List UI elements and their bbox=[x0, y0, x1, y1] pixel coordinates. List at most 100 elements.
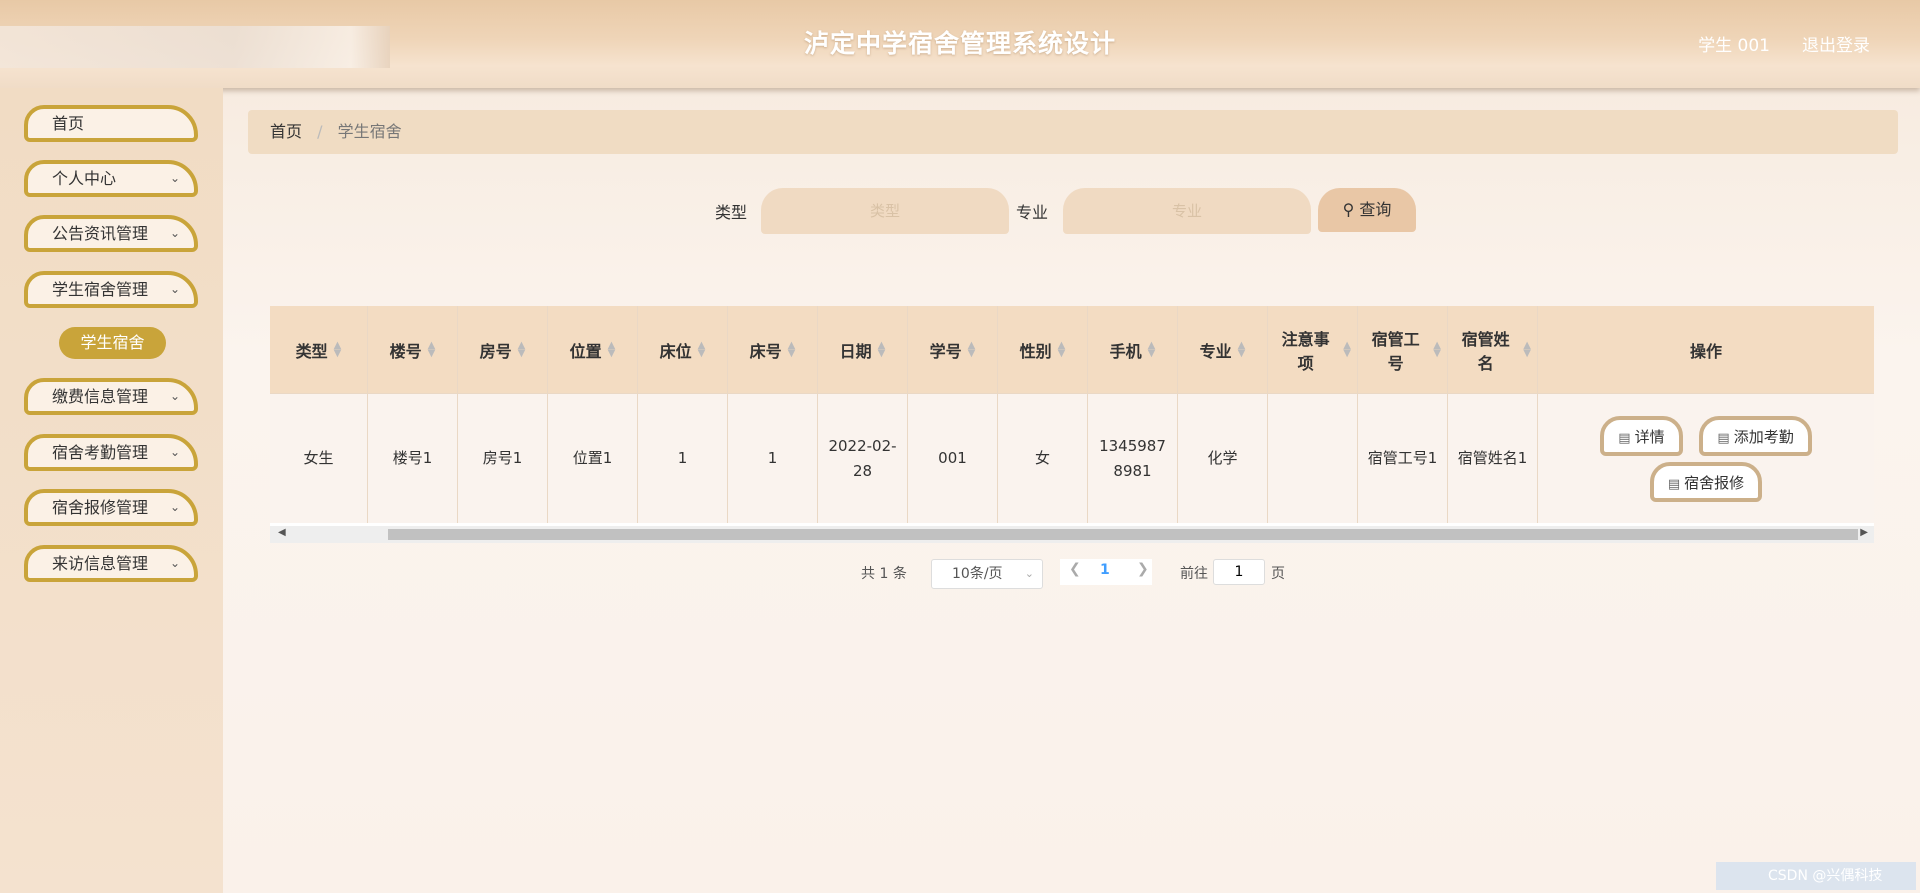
sidebar-item-home[interactable]: 首页 bbox=[24, 105, 198, 142]
top-header: 泸定中学宿舍管理系统设计 学生 001 退出登录 bbox=[0, 0, 1920, 88]
document-icon: ▤ bbox=[1717, 430, 1730, 446]
page-title: 泸定中学宿舍管理系统设计 bbox=[803, 29, 1116, 58]
column-header-phone[interactable]: 手机 ▲ ▼ bbox=[1088, 306, 1178, 393]
type-label: 类型 bbox=[715, 203, 748, 222]
sort-icon: ▲ ▼ bbox=[877, 339, 886, 359]
detail-button[interactable]: ▤ 详情 bbox=[1600, 415, 1683, 456]
table-cell-notes bbox=[1268, 393, 1358, 523]
table-cell-phone: 13459878981 bbox=[1088, 393, 1178, 523]
chevron-down-icon: ⌄ bbox=[169, 171, 180, 185]
table-cell-gender: 女 bbox=[998, 393, 1088, 523]
horizontal-scrollbar[interactable]: ◀ ▶ bbox=[270, 526, 1874, 543]
sidebar-item-visitors[interactable]: 来访信息管理 ⌄ bbox=[24, 545, 198, 582]
logout-link[interactable]: 退出登录 bbox=[1802, 31, 1870, 56]
column-header-label: 楼号 bbox=[389, 341, 422, 361]
goto-suffix: 页 bbox=[1271, 566, 1285, 582]
sidebar-item-repairs[interactable]: 宿舍报修管理 ⌄ bbox=[24, 489, 198, 526]
column-header-manager-name[interactable]: 宿管姓名 ▲ ▼ bbox=[1448, 306, 1538, 393]
sort-icon: ▲ ▼ bbox=[1147, 339, 1156, 359]
column-header-student-id[interactable]: 学号 ▲ ▼ bbox=[908, 306, 998, 393]
column-header-date[interactable]: 日期 ▲ ▼ bbox=[818, 306, 908, 393]
column-header-label: 床位 bbox=[659, 341, 692, 361]
next-page-icon[interactable]: ❯ bbox=[1137, 561, 1149, 577]
sidebar-item-label: 公告资讯管理 bbox=[52, 224, 149, 243]
pager-nav: ❮ 1 ❯ bbox=[1060, 559, 1152, 585]
total-suffix: 条 bbox=[892, 566, 907, 582]
column-header-label: 类型 bbox=[295, 341, 328, 361]
sidebar-item-announcements[interactable]: 公告资讯管理 ⌄ bbox=[24, 215, 198, 252]
sidebar-item-payments[interactable]: 缴费信息管理 ⌄ bbox=[24, 378, 198, 415]
add-attendance-button[interactable]: ▤ 添加考勤 bbox=[1699, 415, 1812, 456]
sidebar-item-dormitory[interactable]: 学生宿舍管理 ⌄ bbox=[24, 271, 198, 308]
column-header-label: 日期 bbox=[839, 341, 872, 361]
table-cell-date: 2022-02-28 bbox=[818, 393, 908, 523]
sort-icon: ▲ ▼ bbox=[697, 339, 706, 359]
prev-page-icon[interactable]: ❮ bbox=[1069, 561, 1081, 577]
table-cell-actions: ▤ 详情 ▤ 添加考勤 ▤ 宿舍报修 bbox=[1538, 393, 1874, 523]
column-header-bed[interactable]: 床位 ▲ ▼ bbox=[638, 306, 728, 393]
column-header-label: 宿管姓名 bbox=[1461, 329, 1510, 373]
sort-icon: ▲ ▼ bbox=[607, 339, 616, 359]
sort-icon: ▲ ▼ bbox=[517, 339, 526, 359]
document-icon: ▤ bbox=[1667, 476, 1681, 492]
breadcrumb-current: 学生宿舍 bbox=[337, 122, 402, 141]
scrollbar-thumb[interactable] bbox=[388, 529, 1858, 540]
table-cell-manager-id: 宿管工号1 bbox=[1358, 393, 1448, 523]
chevron-down-icon: ⌄ bbox=[169, 500, 180, 514]
sidebar-item-attendance[interactable]: 宿舍考勤管理 ⌄ bbox=[24, 434, 198, 471]
query-button[interactable]: ⚲ 查询 bbox=[1318, 188, 1416, 232]
sidebar-subitem-student-dormitory[interactable]: 学生宿舍 bbox=[59, 327, 166, 359]
chevron-down-icon: ⌄ bbox=[169, 226, 180, 240]
table-body: 女生 楼号1 房号1 位置1 1 1 2022-02-28 001 女 1345… bbox=[270, 393, 1874, 523]
total-value: 1 bbox=[879, 566, 889, 582]
breadcrumb-home[interactable]: 首页 bbox=[270, 122, 302, 141]
current-user: 学生 001 bbox=[1698, 36, 1770, 56]
table-cell-bed-number: 1 bbox=[728, 393, 818, 523]
total-count: 共 1 条 bbox=[861, 563, 907, 583]
page-size-value: 10条/页 bbox=[952, 566, 1003, 582]
add-attendance-button-label: 添加考勤 bbox=[1733, 427, 1794, 446]
column-header-manager-id[interactable]: 宿管工号 ▲ ▼ bbox=[1358, 306, 1448, 393]
major-label: 专业 bbox=[1016, 203, 1049, 222]
column-header-bed-number[interactable]: 床号 ▲ ▼ bbox=[728, 306, 818, 393]
column-header-major[interactable]: 专业 ▲ ▼ bbox=[1178, 306, 1268, 393]
column-header-building[interactable]: 楼号 ▲ ▼ bbox=[368, 306, 458, 393]
column-header-label: 学号 bbox=[929, 341, 962, 361]
breadcrumb-separator: / bbox=[317, 122, 323, 141]
column-header-type[interactable]: 类型 ▲ ▼ bbox=[270, 306, 368, 393]
sort-icon: ▲ ▼ bbox=[967, 339, 976, 359]
total-prefix: 共 bbox=[861, 566, 875, 582]
scroll-right-icon[interactable]: ▶ bbox=[1860, 527, 1868, 538]
chevron-down-icon: ⌄ bbox=[169, 445, 180, 459]
table-cell-manager-name: 宿管姓名1 bbox=[1448, 393, 1538, 523]
sidebar-item-label: 来访信息管理 bbox=[52, 554, 149, 573]
type-input[interactable] bbox=[761, 188, 1009, 234]
table-header: 类型 ▲ ▼ 楼号 ▲ ▼ 房号 ▲ ▼ 位置 ▲ ▼ 床位 ▲ ▼ 床号 ▲ ▼ 日期 ▲ ▼ 学号 ▲ ▼ … bbox=[270, 306, 1874, 393]
table-cell-bed: 1 bbox=[638, 393, 728, 523]
chevron-down-icon: ⌄ bbox=[1024, 567, 1034, 580]
sidebar-item-label: 缴费信息管理 bbox=[52, 387, 149, 406]
scroll-left-icon[interactable]: ◀ bbox=[278, 527, 286, 538]
column-header-label: 床号 bbox=[749, 341, 782, 361]
column-header-gender[interactable]: 性别 ▲ ▼ bbox=[998, 306, 1088, 393]
chevron-down-icon: ⌄ bbox=[169, 556, 180, 570]
sidebar-item-personal-center[interactable]: 个人中心 ⌄ bbox=[24, 160, 198, 197]
sort-icon: ▲ ▼ bbox=[1057, 339, 1066, 359]
table-cell-student-id: 001 bbox=[908, 393, 998, 523]
watermark: CSDN @兴偶科技 bbox=[1716, 862, 1916, 890]
table-cell-building: 楼号1 bbox=[368, 393, 458, 523]
page-size-select[interactable]: 10条/页 ⌄ bbox=[931, 559, 1043, 589]
page-number[interactable]: 1 bbox=[1100, 562, 1110, 578]
chevron-down-icon: ⌄ bbox=[169, 389, 180, 403]
sort-icon: ▲ ▼ bbox=[787, 339, 796, 359]
table-cell-location: 位置1 bbox=[548, 393, 638, 523]
table-cell-type: 女生 bbox=[270, 393, 368, 523]
column-header-room[interactable]: 房号 ▲ ▼ bbox=[458, 306, 548, 393]
column-header-location[interactable]: 位置 ▲ ▼ bbox=[548, 306, 638, 393]
column-header-label: 位置 bbox=[569, 341, 602, 361]
column-header-notes[interactable]: 注意事项 ▲ ▼ bbox=[1268, 306, 1358, 393]
sort-icon: ▲ ▼ bbox=[1343, 339, 1351, 359]
major-input[interactable] bbox=[1063, 188, 1311, 234]
goto-page-input[interactable] bbox=[1213, 559, 1265, 585]
dorm-repair-button[interactable]: ▤ 宿舍报修 bbox=[1649, 461, 1763, 502]
